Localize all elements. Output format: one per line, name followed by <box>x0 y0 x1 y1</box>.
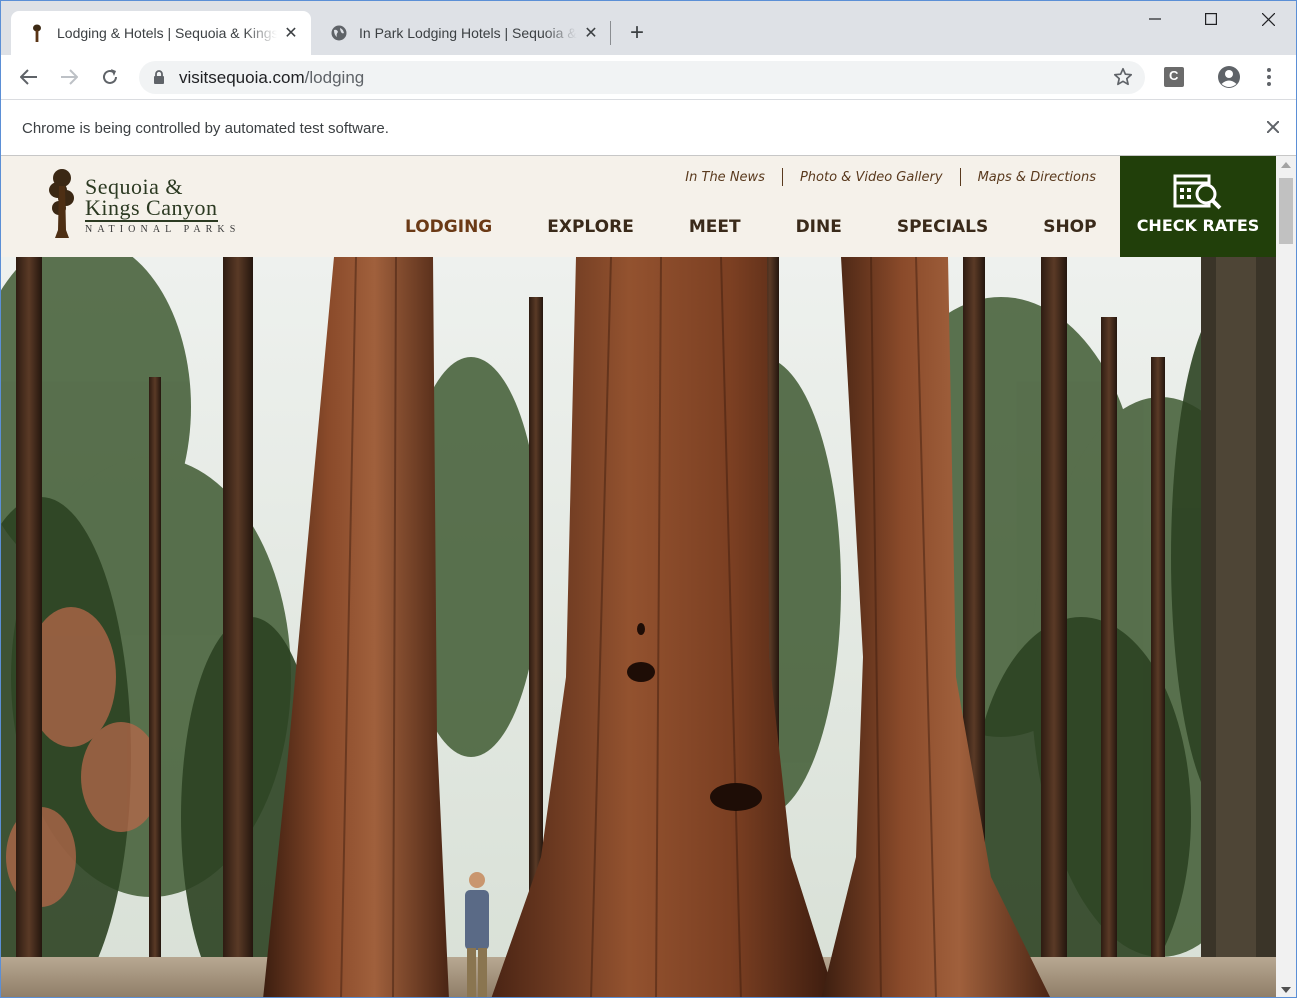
sequoia-tree-favicon <box>29 24 45 42</box>
maximize-icon <box>1205 13 1217 25</box>
utility-link-maps[interactable]: Maps & Directions <box>961 170 1096 185</box>
main-nav: LODGING EXPLORE MEET DINE SPECIALS SHOP <box>383 217 1097 237</box>
web-page: Sequoia & Kings Canyon NATIONAL PARKS In… <box>1 156 1276 997</box>
minimize-icon <box>1149 18 1161 20</box>
check-rates-button[interactable]: CHECK RATES <box>1120 156 1276 257</box>
scrollbar-thumb[interactable] <box>1279 178 1293 244</box>
utility-link-gallery[interactable]: Photo & Video Gallery <box>783 170 960 185</box>
minimize-button[interactable] <box>1126 1 1184 37</box>
tab-title: In Park Lodging Hotels | Sequoia & Kings… <box>359 25 577 41</box>
lock-icon <box>153 70 165 90</box>
url-text: visitsequoia.com/lodging <box>179 68 364 88</box>
profile-button[interactable] <box>1213 61 1245 93</box>
url-path: /lodging <box>304 68 365 87</box>
browser-window: Lodging & Hotels | Sequoia & Kings Canyo… <box>0 0 1297 998</box>
extension-letter: C <box>1169 68 1179 83</box>
arrow-right-icon <box>61 69 78 85</box>
logo-line-2: Kings Canyon <box>85 195 218 222</box>
tab-close-icon[interactable]: ✕ <box>577 19 605 47</box>
new-tab-button[interactable]: + <box>623 19 651 47</box>
window-close-button[interactable] <box>1239 1 1296 37</box>
logo-line-3: NATIONAL PARKS <box>85 224 241 235</box>
maximize-button[interactable] <box>1182 1 1240 37</box>
nav-dine[interactable]: DINE <box>796 217 842 237</box>
infobar-close-icon[interactable] <box>1264 118 1282 136</box>
kebab-menu-icon <box>1267 68 1271 86</box>
nav-explore[interactable]: EXPLORE <box>547 217 634 237</box>
sequoia-tree-logo-icon <box>49 169 74 238</box>
site-logo[interactable]: Sequoia & Kings Canyon NATIONAL PARKS <box>45 168 265 240</box>
globe-icon <box>331 25 347 41</box>
tab-close-icon[interactable]: ✕ <box>277 19 305 47</box>
tab-strip: Lodging & Hotels | Sequoia & Kings Canyo… <box>1 1 1296 55</box>
tab-title: Lodging & Hotels | Sequoia & Kings Canyo… <box>57 25 277 41</box>
nav-specials[interactable]: SPECIALS <box>897 217 988 237</box>
infobar-message: Chrome is being controlled by automated … <box>22 120 389 137</box>
utility-link-news[interactable]: In The News <box>668 170 782 185</box>
account-circle-icon <box>1218 66 1240 88</box>
browser-toolbar: visitsequoia.com/lodging C <box>1 55 1296 100</box>
forward-button[interactable] <box>53 61 85 93</box>
scroll-down-icon[interactable] <box>1281 987 1291 993</box>
tab-in-park-lodging[interactable]: In Park Lodging Hotels | Sequoia & Kings… <box>313 11 611 55</box>
sequoia-forest-image <box>1 257 1276 997</box>
utility-nav: In The News Photo & Video Gallery Maps &… <box>668 168 1096 186</box>
tab-lodging[interactable]: Lodging & Hotels | Sequoia & Kings Canyo… <box>11 11 311 55</box>
arrow-left-icon <box>20 69 37 85</box>
nav-meet[interactable]: MEET <box>689 217 741 237</box>
hero-image <box>1 257 1276 997</box>
tab-separator <box>610 21 611 45</box>
nav-shop[interactable]: SHOP <box>1043 217 1096 237</box>
address-bar[interactable]: visitsequoia.com/lodging <box>139 61 1145 94</box>
menu-button[interactable] <box>1253 61 1285 93</box>
extension-button[interactable]: C <box>1158 61 1190 93</box>
back-button[interactable] <box>13 61 45 93</box>
page-scrollbar[interactable] <box>1276 156 1296 997</box>
nav-lodging[interactable]: LODGING <box>405 217 492 237</box>
reload-icon <box>103 69 117 84</box>
site-header: Sequoia & Kings Canyon NATIONAL PARKS In… <box>1 156 1276 257</box>
url-domain: visitsequoia.com <box>179 68 305 87</box>
scroll-up-icon[interactable] <box>1281 162 1291 168</box>
bookmark-star-icon[interactable] <box>1113 67 1133 92</box>
check-rates-label: CHECK RATES <box>1136 216 1260 235</box>
calendar-search-icon <box>1173 174 1222 210</box>
reload-button[interactable] <box>94 61 126 93</box>
close-icon <box>1261 12 1275 26</box>
automation-infobar: Chrome is being controlled by automated … <box>1 101 1296 156</box>
